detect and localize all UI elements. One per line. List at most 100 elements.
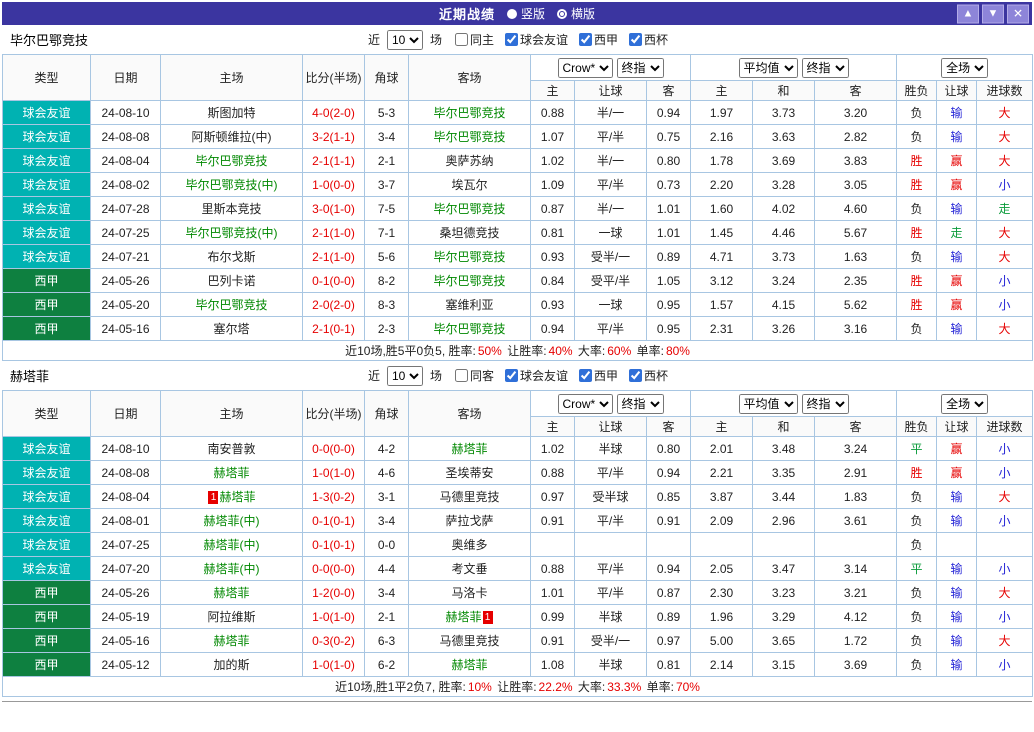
avg-away-cell bbox=[814, 532, 898, 557]
league-type-cell: 西甲 bbox=[2, 268, 91, 293]
avg-away-cell: 3.69 bbox=[814, 652, 898, 677]
team-link[interactable]: 毕尔巴鄂竞技 bbox=[433, 202, 505, 216]
date-cell: 24-05-16 bbox=[90, 316, 161, 341]
score-cell: 0-0(0-0) bbox=[302, 436, 365, 461]
team-link[interactable]: 毕尔巴鄂竞技 bbox=[433, 322, 505, 336]
home-odds-cell: 0.87 bbox=[530, 196, 575, 221]
odds-stage-select[interactable]: 终指 bbox=[616, 393, 664, 414]
avg-stage-select[interactable]: 终指 bbox=[801, 57, 849, 78]
team-link[interactable]: 毕尔巴鄂竞技 bbox=[433, 106, 505, 120]
team-link[interactable]: 赫塔菲(中) bbox=[204, 562, 260, 576]
layout-radio-vertical[interactable]: 竖版 bbox=[506, 5, 545, 22]
home-team-cell: 赫塔菲 bbox=[160, 580, 303, 605]
away-odds-cell: 0.94 bbox=[645, 556, 692, 581]
result-goals-cell: 小 bbox=[976, 292, 1034, 317]
team-link[interactable]: 毕尔巴鄂竞技 bbox=[433, 274, 505, 288]
result-goals-cell: 大 bbox=[976, 148, 1034, 173]
filter-checkbox-laliga[interactable] bbox=[579, 33, 593, 46]
column-header: 客场 bbox=[408, 390, 531, 437]
team-text: 塞维利亚 bbox=[445, 298, 494, 312]
team-link[interactable]: 毕尔巴鄂竞技 bbox=[195, 154, 267, 168]
layout-radio-horizontal[interactable]: 横版 bbox=[557, 5, 595, 22]
date-cell: 24-05-26 bbox=[90, 268, 161, 293]
filter-friendly[interactable]: 球会友谊 bbox=[505, 31, 568, 48]
filter-checkbox-copa[interactable] bbox=[629, 369, 643, 382]
average-select[interactable]: 平均值 bbox=[738, 393, 798, 414]
team-link[interactable]: 赫塔菲 bbox=[213, 466, 249, 480]
filter-same-home[interactable]: 同主 bbox=[454, 31, 494, 48]
match-filters: 近 10 场 同主 球会友谊 西甲 西杯 bbox=[366, 29, 668, 50]
filter-same-home[interactable]: 同客 bbox=[454, 367, 494, 384]
title-bar-center: 近期战绩 竖版 横版 bbox=[439, 4, 595, 23]
corners-cell: 6-3 bbox=[364, 628, 409, 653]
filter-laliga[interactable]: 西甲 bbox=[579, 31, 618, 48]
team-link[interactable]: 赫塔菲(中) bbox=[204, 514, 260, 528]
move-down-button[interactable]: ▼ bbox=[982, 4, 1004, 23]
result-wdl-cell: 平 bbox=[896, 556, 938, 581]
average-select[interactable]: 平均值 bbox=[738, 57, 798, 78]
team-link[interactable]: 赫塔菲 bbox=[451, 442, 487, 456]
match-row: 球会友谊 24-08-01 赫塔菲(中) 0-1(0-1) 3-4 萨拉戈萨 0.91 平/半… bbox=[2, 508, 1034, 533]
result-handicap-cell: 赢 bbox=[936, 292, 978, 317]
move-up-button[interactable]: ▲ bbox=[957, 4, 979, 23]
fullmatch-select[interactable]: 全场 bbox=[941, 393, 989, 414]
filter-copa[interactable]: 西杯 bbox=[629, 367, 668, 384]
team-link[interactable]: 赫塔菲(中) bbox=[204, 538, 260, 552]
team-link[interactable]: 毕尔巴鄂竞技(中) bbox=[186, 226, 278, 240]
team-text: 加的斯 bbox=[213, 658, 250, 672]
column-header: 角球 bbox=[364, 54, 409, 101]
home-team-cell: 赫塔菲(中) bbox=[160, 556, 303, 581]
fullmatch-group-header: 全场 bbox=[896, 390, 1034, 417]
bookmaker-select[interactable]: Crow* bbox=[557, 57, 613, 78]
match-row: 球会友谊 24-07-25 毕尔巴鄂竞技(中) 2-1(1-0) 7-1 桑坦德竞技 0.8… bbox=[2, 220, 1034, 245]
result-wdl-cell: 胜 bbox=[896, 460, 938, 485]
score-cell: 1-0(0-0) bbox=[302, 172, 365, 197]
team-link[interactable]: 毕尔巴鄂竞技 bbox=[195, 298, 267, 312]
away-team-cell: 塞维利亚 bbox=[408, 292, 531, 317]
filter-checkbox-laliga[interactable] bbox=[579, 369, 593, 382]
away-odds-cell: 0.87 bbox=[645, 580, 692, 605]
result-goals-cell: 大 bbox=[976, 220, 1034, 245]
filter-checkbox-same-home[interactable] bbox=[454, 369, 468, 382]
filter-copa[interactable]: 西杯 bbox=[629, 31, 668, 48]
recent-count-select[interactable]: 10 bbox=[386, 365, 423, 386]
handicap-cell: 受半球 bbox=[574, 484, 647, 509]
team-link[interactable]: 毕尔巴鄂竞技 bbox=[433, 250, 505, 264]
avg-draw-cell: 3.73 bbox=[752, 244, 816, 269]
score-cell: 0-1(0-1) bbox=[302, 508, 365, 533]
home-team-cell: 南安普敦 bbox=[160, 436, 303, 461]
team-link[interactable]: 赫塔菲 bbox=[451, 658, 487, 672]
team-link[interactable]: 赫塔菲 bbox=[445, 610, 481, 624]
avg-home-cell: 1.97 bbox=[690, 100, 754, 125]
away-odds-cell: 1.01 bbox=[645, 220, 692, 245]
filter-checkbox-same-home[interactable] bbox=[454, 33, 468, 46]
close-button[interactable]: ✕ bbox=[1007, 4, 1029, 23]
recent-count-select[interactable]: 10 bbox=[386, 29, 423, 50]
team-sections: 毕尔巴鄂竞技近 10 场同主 球会友谊 西甲 西杯 类型 日期 主场 比分(半场) 角球 客场 Crow… bbox=[1, 25, 1034, 697]
bookmaker-select[interactable]: Crow* bbox=[557, 393, 613, 414]
filter-checkbox-copa[interactable] bbox=[629, 33, 643, 46]
filter-friendly[interactable]: 球会友谊 bbox=[505, 367, 568, 384]
avg-home-cell: 1.45 bbox=[690, 220, 754, 245]
home-team-cell: 1 赫塔菲 bbox=[160, 484, 303, 509]
team-link[interactable]: 毕尔巴鄂竞技(中) bbox=[186, 178, 278, 192]
subcolumn-header: 进球数 bbox=[976, 416, 1034, 437]
team-link[interactable]: 毕尔巴鄂竞技 bbox=[433, 130, 505, 144]
avg-stage-select[interactable]: 终指 bbox=[801, 393, 849, 414]
league-type-cell: 球会友谊 bbox=[2, 220, 91, 245]
filter-laliga[interactable]: 西甲 bbox=[579, 367, 618, 384]
avg-away-cell: 1.63 bbox=[814, 244, 898, 269]
team-link[interactable]: 赫塔菲 bbox=[219, 490, 255, 504]
away-odds-cell: 0.75 bbox=[645, 124, 692, 149]
filter-checkbox-friendly[interactable] bbox=[505, 33, 518, 46]
match-row: 球会友谊 24-08-10 斯图加特 4-0(2-0) 5-3 毕尔巴鄂竞技 0.88 半/一… bbox=[2, 100, 1034, 125]
filter-checkbox-friendly[interactable] bbox=[505, 369, 518, 382]
team-link[interactable]: 赫塔菲 bbox=[213, 586, 249, 600]
avg-home-cell: 3.12 bbox=[690, 268, 754, 293]
result-handicap-cell: 走 bbox=[936, 220, 978, 245]
fullmatch-select[interactable]: 全场 bbox=[941, 57, 989, 78]
odds-stage-select[interactable]: 终指 bbox=[616, 57, 664, 78]
team-link[interactable]: 赫塔菲 bbox=[213, 634, 249, 648]
result-wdl-cell: 胜 bbox=[896, 292, 938, 317]
corners-cell: 4-2 bbox=[364, 436, 409, 461]
